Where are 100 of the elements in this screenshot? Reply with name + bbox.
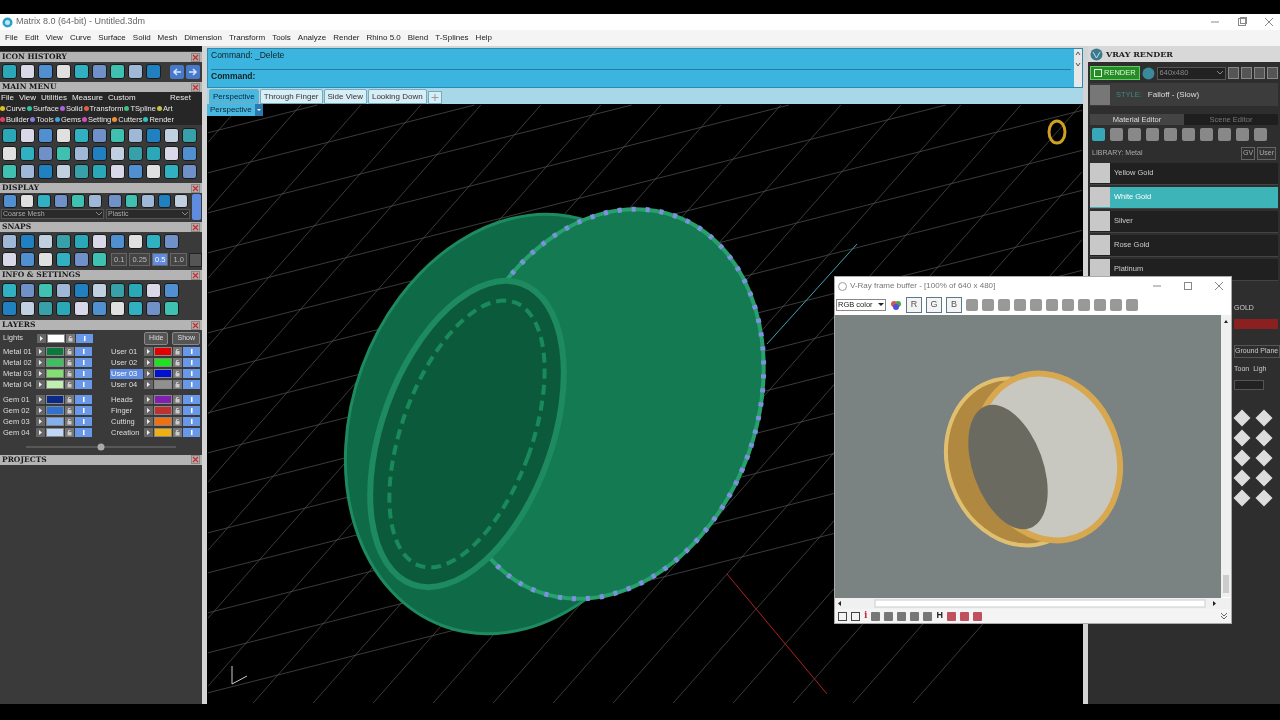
layer-color-swatch[interactable] (154, 395, 172, 404)
toolbar-icon[interactable] (182, 128, 197, 143)
toolbar-icon[interactable] (56, 301, 71, 316)
channel-button[interactable]: G (926, 297, 942, 313)
toolbar-icon[interactable] (128, 283, 143, 298)
visibility-toggle-icon[interactable] (75, 428, 92, 437)
toolbar-icon[interactable] (128, 128, 143, 143)
toolbar-icon[interactable] (88, 194, 102, 208)
scroll-bar-icon[interactable] (1074, 49, 1082, 87)
toolbar-icon[interactable] (2, 234, 17, 249)
menu-item[interactable]: Edit (24, 32, 39, 44)
toolbar-icon[interactable] (128, 64, 143, 79)
close-icon[interactable] (1264, 17, 1274, 27)
visibility-toggle-icon[interactable] (183, 347, 200, 356)
toolbar-icon[interactable] (56, 234, 71, 249)
menu-item[interactable]: View (18, 92, 37, 103)
toolbar-icon[interactable] (110, 128, 125, 143)
toolbar-icon[interactable] (110, 146, 125, 161)
layer-color-swatch[interactable] (154, 369, 172, 378)
toolbar-icon[interactable] (92, 283, 107, 298)
visibility-toggle-icon[interactable] (75, 358, 92, 367)
play-icon[interactable] (144, 358, 153, 367)
toolbar-icon[interactable] (74, 234, 89, 249)
toolbar-icon[interactable] (164, 146, 179, 161)
toolbar-icon[interactable] (20, 301, 35, 316)
close-icon[interactable] (191, 455, 200, 464)
toolbar-icon[interactable] (74, 128, 89, 143)
view-tab[interactable]: Side View (323, 89, 367, 104)
visibility-toggle-icon[interactable] (183, 417, 200, 426)
play-icon[interactable] (36, 380, 45, 389)
toolbar-icon[interactable] (56, 128, 71, 143)
visibility-toggle-icon[interactable] (75, 395, 92, 404)
toolbar-icon[interactable] (128, 146, 143, 161)
toolbar-icon[interactable] (2, 164, 17, 179)
menu-item[interactable]: Surface (98, 32, 126, 44)
toolbar-icon[interactable] (74, 146, 89, 161)
toolbar-icon[interactable] (56, 283, 71, 298)
menu-item[interactable]: Help (475, 32, 493, 44)
toolbar-icon[interactable] (146, 164, 161, 179)
play-icon[interactable] (144, 347, 153, 356)
layer-color-swatch[interactable] (46, 406, 64, 415)
toolbar-icon[interactable] (2, 146, 17, 161)
close-icon[interactable] (191, 82, 200, 92)
layer-color-swatch[interactable] (46, 395, 64, 404)
color-circles-icon[interactable] (890, 299, 902, 311)
expand-icon[interactable] (1220, 612, 1228, 620)
menu-item[interactable]: Analyze (297, 32, 327, 44)
toolbar-icon[interactable] (56, 64, 71, 79)
menu-item[interactable]: Blend (407, 32, 429, 44)
close-icon[interactable] (191, 270, 200, 280)
toolbar-icon[interactable] (38, 301, 53, 316)
toolbar-icon[interactable] (92, 128, 107, 143)
layer-color-swatch[interactable] (154, 428, 172, 437)
layer-color-swatch[interactable] (47, 333, 65, 343)
viewport-label[interactable]: Perspective (207, 104, 255, 116)
menu-item[interactable]: Tools (272, 32, 291, 44)
restore-icon[interactable] (1237, 17, 1247, 27)
play-icon[interactable] (144, 428, 153, 437)
toolbar-icon[interactable] (108, 194, 122, 208)
toolbar-icon[interactable] (54, 194, 68, 208)
visibility-toggle-icon[interactable] (183, 395, 200, 404)
close-icon[interactable] (191, 222, 200, 232)
visibility-toggle-icon[interactable] (183, 406, 200, 415)
play-icon[interactable] (144, 417, 153, 426)
layer-color-swatch[interactable] (154, 358, 172, 367)
toolbar-icon[interactable] (2, 64, 17, 79)
visibility-toggle-icon[interactable] (75, 406, 92, 415)
channel-button[interactable]: B (946, 297, 962, 313)
play-icon[interactable] (144, 406, 153, 415)
layer-color-swatch[interactable] (154, 406, 172, 415)
play-icon[interactable] (36, 369, 45, 378)
toolbar-icon[interactable] (56, 164, 71, 179)
menu-item[interactable]: Rhino 5.0 (366, 32, 401, 44)
visibility-toggle-icon[interactable] (75, 369, 92, 378)
toolbar-icon[interactable] (71, 194, 85, 208)
toolbar-icon[interactable] (164, 301, 179, 316)
visibility-toggle-icon[interactable] (183, 380, 200, 389)
close-icon[interactable] (1214, 281, 1224, 291)
play-icon[interactable] (36, 406, 45, 415)
visibility-toggle-icon[interactable] (75, 380, 92, 389)
toolbar-icon[interactable] (164, 234, 179, 249)
toolbar-icon[interactable] (146, 301, 161, 316)
toolbar-icon[interactable] (110, 64, 125, 79)
visibility-toggle-icon[interactable] (183, 428, 200, 437)
toolbar-icon[interactable] (182, 164, 197, 179)
forward-arrow-icon[interactable] (186, 64, 200, 79)
channel-button[interactable]: R (906, 297, 922, 313)
toolbar-icon[interactable] (2, 128, 17, 143)
play-icon[interactable] (37, 333, 46, 343)
toolbar-icon[interactable] (110, 301, 125, 316)
layer-color-swatch[interactable] (46, 428, 64, 437)
toggle-icon[interactable] (192, 194, 201, 220)
toolbar-icon[interactable] (146, 283, 161, 298)
view-tab[interactable]: Through Finger (259, 89, 323, 104)
toolbar-icon[interactable] (164, 128, 179, 143)
toolbar-icon[interactable] (38, 252, 53, 267)
toolbar-icon[interactable] (74, 164, 89, 179)
back-arrow-icon[interactable] (170, 64, 184, 79)
visibility-toggle-icon[interactable] (75, 417, 92, 426)
toolbar-icon[interactable] (20, 283, 35, 298)
